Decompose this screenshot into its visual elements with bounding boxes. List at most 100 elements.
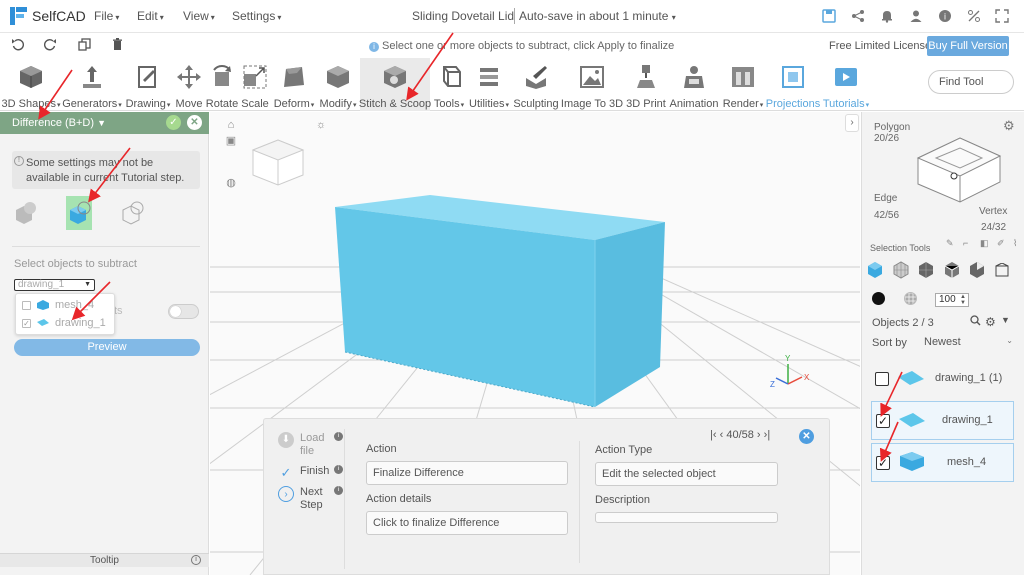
search-icon[interactable] — [970, 315, 981, 329]
copy-icon[interactable] — [76, 38, 92, 54]
tutorial-close-icon[interactable]: ✕ — [799, 429, 814, 444]
tool-sculpting[interactable]: Sculpting — [512, 58, 560, 111]
tool-generators[interactable]: Generators▾ — [62, 58, 122, 111]
tool-rotate[interactable]: Rotate — [205, 58, 239, 111]
tool-deform[interactable]: Deform▾ — [271, 58, 317, 111]
object-select-icon[interactable] — [866, 261, 884, 279]
selection-mode-cube[interactable] — [910, 130, 1004, 212]
action-details-label: Action details — [366, 493, 432, 505]
edge-select-icon[interactable] — [943, 261, 961, 279]
object-checkbox[interactable]: ✓ — [876, 456, 890, 470]
color-picker[interactable] — [872, 292, 885, 305]
tool-render[interactable]: Render▾ — [721, 58, 765, 111]
tool-utilities[interactable]: Utilities▾ — [467, 58, 511, 111]
fullscreen-icon[interactable] — [994, 9, 1010, 25]
union-mode-icon[interactable] — [13, 200, 39, 226]
menu-view[interactable]: View ▾ — [183, 9, 215, 23]
wireframe-select-icon[interactable] — [892, 261, 910, 279]
lasso-select-icon[interactable]: ⌐ — [963, 238, 973, 248]
select-all-icon[interactable] — [995, 263, 1009, 277]
find-tool-input[interactable]: Find Tool — [928, 70, 1014, 94]
loop-select-icon[interactable]: ⌇ — [1013, 238, 1023, 248]
home-view-icon[interactable]: ⌂ — [224, 118, 238, 132]
intersection-mode-icon[interactable] — [120, 200, 146, 226]
tool-modify[interactable]: Modify▾ — [317, 58, 359, 111]
difference-mode-icon[interactable] — [67, 200, 93, 226]
step-finish[interactable]: ✓ Finish i — [278, 465, 343, 481]
polygon-count: 20/26 — [874, 133, 900, 144]
delete-icon[interactable] — [109, 38, 125, 54]
collapse-right-panel-icon[interactable]: › — [845, 114, 859, 132]
settings-gear-icon[interactable]: ⚙ — [985, 315, 996, 329]
object-checkbox[interactable] — [875, 372, 889, 386]
vertex-label[interactable]: Vertex — [979, 206, 1007, 217]
tool-scale[interactable]: Scale — [239, 58, 271, 111]
edge-label[interactable]: Edge — [874, 193, 897, 204]
next-step-icon: › — [756, 429, 761, 441]
object-row-mesh-4[interactable]: ✓ mesh_4 — [871, 443, 1014, 482]
edit-select-icon[interactable]: ✐ — [997, 238, 1007, 248]
object-row-drawing-1[interactable]: ✓ drawing_1 — [871, 401, 1014, 440]
undo-icon[interactable] — [9, 38, 25, 54]
info-icon: i — [334, 465, 343, 474]
texture-picker[interactable] — [904, 292, 917, 305]
sort-by-select[interactable]: Newest ⌄ — [923, 336, 1015, 350]
polygon-label[interactable]: Polygon — [874, 122, 910, 133]
tool-animation[interactable]: Animation — [668, 58, 720, 111]
notifications-icon[interactable] — [879, 9, 895, 25]
step-next[interactable]: › Next Step i — [278, 486, 343, 512]
share-icon[interactable] — [850, 9, 866, 25]
document-title[interactable]: Sliding Dovetail Lid — [412, 9, 514, 23]
buy-full-version-button[interactable]: Buy Full Version — [927, 36, 1009, 56]
gear-icon[interactable]: ⚙ — [1003, 118, 1015, 134]
tool-3d-print[interactable]: 3D Print — [624, 58, 668, 111]
light-icon[interactable]: ☼ — [314, 118, 328, 132]
face-select-icon[interactable] — [917, 261, 935, 279]
user-icon[interactable] — [908, 9, 924, 25]
tool-3d-shapes[interactable]: 3D Shapes▾ — [0, 58, 62, 111]
redo-icon[interactable] — [42, 38, 58, 54]
app-logo[interactable]: SelfCAD — [10, 6, 86, 26]
step-load-file[interactable]: ⬇ Load file i — [278, 432, 343, 458]
projections-icon — [782, 66, 804, 88]
panel-title[interactable]: Difference (B+D) ▼ — [12, 117, 106, 129]
tool-move[interactable]: Move — [173, 58, 205, 111]
tutorial-navigation[interactable]: |‹ ‹ 40/58 › ›| — [710, 429, 770, 441]
save-icon[interactable] — [821, 9, 837, 25]
tool-tools[interactable]: Tools▾ — [431, 58, 467, 111]
autosave-status[interactable]: Auto-save in about 1 minute ▾ — [519, 9, 676, 23]
tool-image-to-3d[interactable]: Image To 3D — [561, 58, 623, 111]
tooltip-bar[interactable]: Tooltip i — [0, 553, 209, 567]
checkmark-icon: ✓ — [280, 465, 292, 480]
tool-projections[interactable]: Projections — [766, 58, 820, 111]
license-label: Free Limited License — [829, 40, 932, 52]
camera-icon[interactable]: ▣ — [224, 134, 238, 148]
option-toggle[interactable] — [168, 304, 199, 319]
vertex-select-icon[interactable] — [968, 261, 986, 279]
menu-edit[interactable]: Edit ▾ — [137, 9, 164, 23]
globe-icon[interactable]: ◍ — [224, 176, 238, 190]
object-checkbox[interactable]: ✓ — [876, 414, 890, 428]
toggle-label: ts — [114, 305, 123, 317]
menu-settings[interactable]: Settings ▾ — [232, 9, 281, 23]
tool-drawing[interactable]: Drawing▾ — [123, 58, 173, 111]
apply-check-icon[interactable]: ✓ — [166, 115, 181, 130]
preview-button[interactable]: Preview — [14, 339, 200, 356]
opacity-input[interactable]: 100 ▲ ▼ — [935, 293, 969, 307]
tool-stitch-scoop[interactable]: Stitch & Scoop — [359, 58, 431, 111]
units-icon[interactable] — [966, 9, 982, 25]
sort-direction-icon[interactable]: ▼ — [1001, 315, 1010, 325]
tutorial-panel: ⬇ Load file i ✓ Finish i › Next Step i A… — [263, 418, 830, 575]
subtract-objects-select[interactable]: drawing_1 ▼ — [14, 279, 95, 291]
help-icon[interactable]: i — [937, 9, 953, 25]
tool-tutorials[interactable]: Tutorials▾ — [821, 58, 871, 111]
menu-file[interactable]: File ▾ — [94, 9, 119, 23]
paint-select-icon[interactable]: ✎ — [946, 238, 956, 248]
step-counter: 40/58 — [726, 429, 754, 441]
dropdown-item-mesh-4[interactable]: mesh_4 — [22, 297, 114, 313]
utilities-icon — [480, 68, 498, 86]
group-select-icon[interactable]: ◧ — [980, 238, 990, 248]
close-icon[interactable]: ✕ — [187, 115, 202, 130]
object-row-drawing-1-1[interactable]: drawing_1 (1) — [871, 360, 1014, 399]
dropdown-item-drawing-1[interactable]: ✓ drawing_1 — [22, 315, 114, 331]
